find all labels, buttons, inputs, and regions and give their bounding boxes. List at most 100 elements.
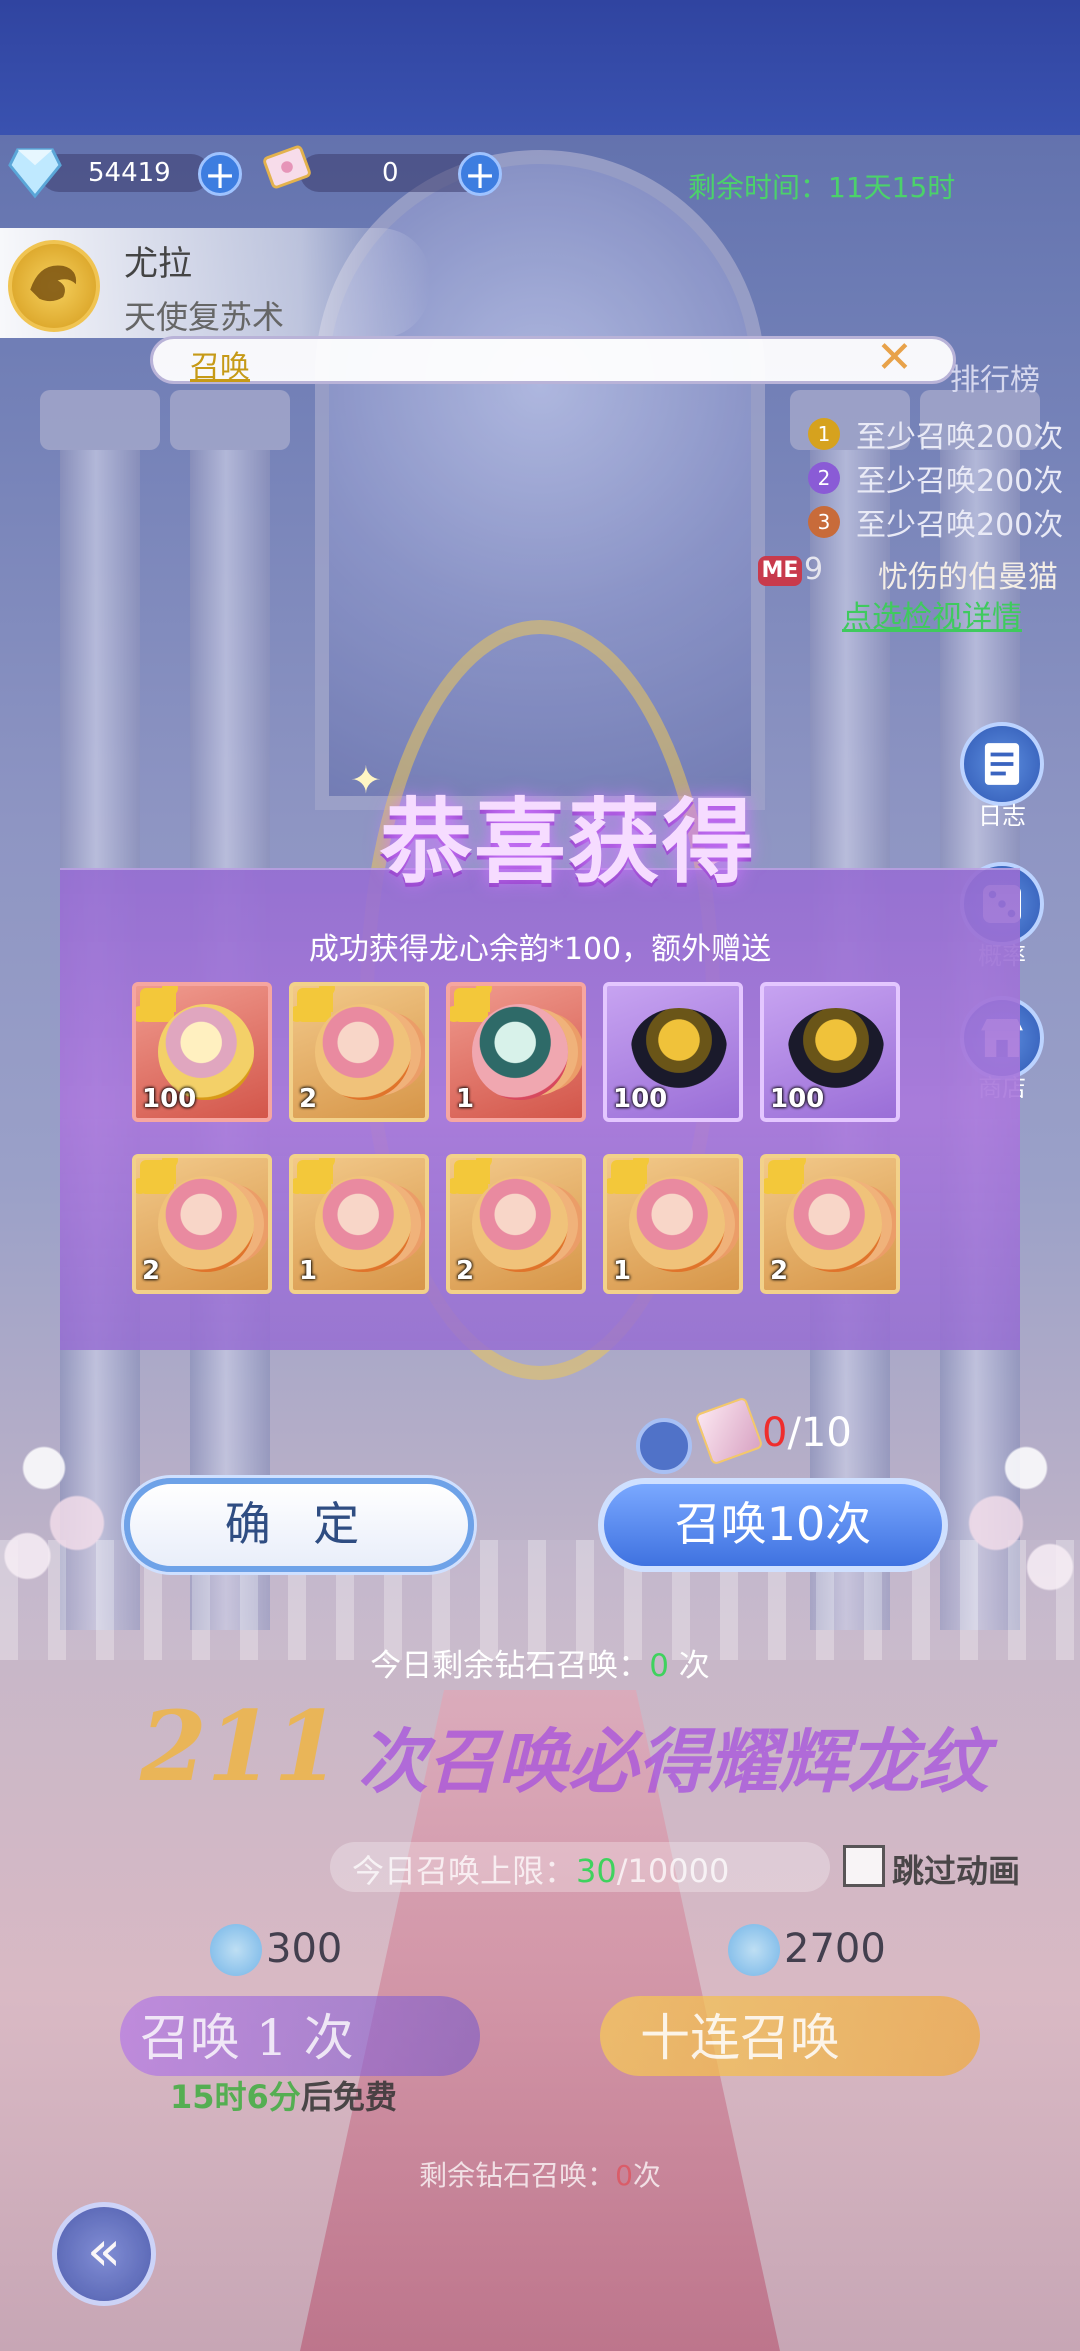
ticket-amount: 0	[382, 158, 399, 188]
search-icon	[636, 1418, 692, 1474]
reward-item[interactable]: 1	[603, 1154, 743, 1294]
ten-summon-cost: 2700	[784, 1926, 886, 1972]
my-rank: 9	[804, 552, 824, 587]
free-summon-time: 15时6分	[170, 2078, 301, 2116]
character-fragment-icon	[629, 1176, 725, 1272]
golden-egg-icon	[788, 1008, 884, 1088]
item-quantity: 1	[613, 1256, 632, 1286]
reward-item[interactable]: 2	[132, 1154, 272, 1294]
log-button[interactable]	[960, 722, 1044, 806]
reward-item[interactable]: 2	[289, 982, 429, 1122]
item-quantity: 2	[456, 1256, 475, 1286]
character-fragment-icon	[158, 1176, 254, 1272]
log-label: 日志	[978, 802, 1026, 830]
daily-limit-total: /10000	[616, 1852, 730, 1890]
puzzle-icon	[764, 1158, 806, 1194]
daily-limit: 今日召唤上限：30/10000	[352, 1846, 729, 1892]
item-quantity: 100	[142, 1084, 197, 1114]
item-quantity: 2	[770, 1256, 789, 1286]
reward-item[interactable]: 1	[289, 1154, 429, 1294]
single-summon-label: 召唤 1 次	[140, 2009, 354, 2067]
ten-summon-label: 十连召唤	[640, 2009, 840, 2067]
summon-notice-label[interactable]: 召唤	[190, 342, 250, 386]
rank-row-3: 至少召唤200次	[856, 508, 1064, 543]
dragon-emblem-icon	[8, 240, 100, 332]
rank-medal-3: 3	[808, 506, 840, 538]
puzzle-icon	[136, 1158, 178, 1194]
ranking-title[interactable]: 排行榜	[950, 355, 1040, 399]
diamond-icon	[8, 148, 62, 199]
guarantee-count: 211	[140, 1690, 341, 1803]
close-icon[interactable]: ✕	[876, 332, 913, 383]
reward-item[interactable]: 100	[760, 982, 900, 1122]
reward-item[interactable]: 1	[446, 982, 586, 1122]
summon-ticket-icon	[694, 1396, 764, 1466]
remaining-time: 剩余时间：11天15时	[688, 166, 955, 206]
puzzle-icon	[293, 1158, 335, 1194]
summon-notice-bar	[150, 336, 956, 384]
golden-egg-icon	[631, 1008, 727, 1088]
ticket-counter: 0/10	[762, 1410, 852, 1456]
item-quantity: 100	[770, 1084, 825, 1114]
remaining-time-value: 11天15时	[828, 171, 956, 204]
item-quantity: 2	[299, 1084, 318, 1114]
log-icon	[984, 743, 1020, 785]
reward-item[interactable]: 100	[132, 982, 272, 1122]
my-name: 忧伤的伯曼猫	[878, 560, 1058, 595]
remaining-prefix: 剩余钻石召唤：	[419, 2159, 616, 2192]
confirm-button[interactable]: 确 定	[124, 1478, 474, 1572]
back-arrow-icon: «	[86, 2219, 122, 2284]
item-quantity: 100	[613, 1084, 668, 1114]
character-fragment-icon	[472, 1004, 568, 1100]
daily-limit-prefix: 今日召唤上限：	[352, 1852, 577, 1890]
character-name: 尤拉	[124, 244, 192, 284]
reward-item[interactable]: 100	[603, 982, 743, 1122]
guarantee-text: 次召唤必得耀辉龙纹	[358, 1720, 988, 1803]
reward-item[interactable]: 2	[760, 1154, 900, 1294]
item-quantity: 1	[299, 1256, 318, 1286]
free-summon-suffix: 后免费	[300, 2078, 397, 2116]
ticket-counter-total: /10	[787, 1410, 852, 1456]
today-diamond-suffix: 次	[668, 1648, 710, 1684]
item-quantity: 2	[142, 1256, 161, 1286]
back-button[interactable]: «	[52, 2202, 156, 2306]
rank-medal-2: 2	[808, 462, 840, 494]
character-fragment-icon	[315, 1176, 411, 1272]
puzzle-icon	[450, 986, 492, 1022]
ticket-counter-current: 0	[762, 1410, 788, 1456]
diamond-amount: 54419	[88, 158, 171, 188]
puzzle-icon	[136, 986, 178, 1022]
character-fragment-icon	[786, 1176, 882, 1272]
summon-10-label: 召唤10次	[674, 1497, 872, 1551]
flowers-left	[0, 1380, 110, 1600]
today-diamond-value: 0	[649, 1648, 669, 1684]
me-badge: ME	[758, 556, 802, 586]
reward-item[interactable]: 2	[446, 1154, 586, 1294]
remaining-diamond-summons: 剩余钻石召唤：0次	[0, 2154, 1080, 2194]
sparkle-icon: ✦	[350, 758, 382, 802]
character-fragment-icon	[472, 1176, 568, 1272]
confirm-label: 确 定	[224, 1497, 374, 1551]
rank-medal-1: 1	[808, 418, 840, 450]
summon-ticket-icon	[263, 145, 311, 189]
today-diamond-prefix: 今日剩余钻石召唤：	[370, 1648, 650, 1684]
remaining-time-label: 剩余时间：	[688, 171, 829, 204]
free-summon-timer: 15时6分后免费	[170, 2072, 397, 2118]
rank-row-2: 至少召唤200次	[856, 464, 1064, 499]
rank-row-1: 至少召唤200次	[856, 420, 1064, 455]
daily-limit-current: 30	[576, 1852, 617, 1890]
puzzle-icon	[607, 1158, 649, 1194]
skip-animation-checkbox[interactable]	[843, 1845, 885, 1887]
add-diamond-button[interactable]: +	[198, 152, 242, 196]
remaining-suffix: 次	[632, 2159, 661, 2192]
summon-10-button[interactable]: 召唤10次	[598, 1478, 948, 1572]
item-quantity: 1	[456, 1084, 475, 1114]
single-summon-cost: 300	[266, 1926, 343, 1972]
top-banner	[0, 0, 1080, 135]
add-ticket-button[interactable]: +	[458, 152, 502, 196]
skip-animation-label: 跳过动画	[892, 1852, 1021, 1890]
remaining-value: 0	[615, 2159, 633, 2192]
puzzle-icon	[450, 1158, 492, 1194]
view-details-link[interactable]: 点选检视详情	[842, 592, 1022, 636]
diamond-icon	[728, 1924, 780, 1976]
